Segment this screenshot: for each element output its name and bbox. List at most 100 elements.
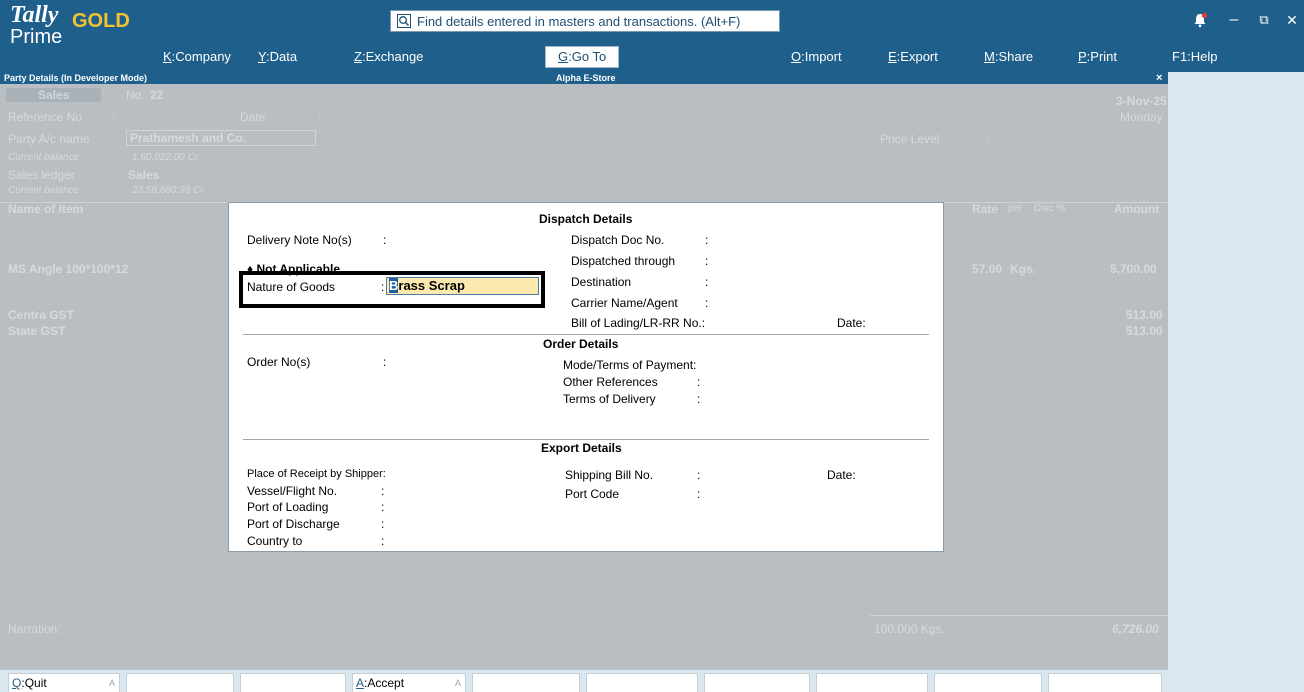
- reference-colon: :: [112, 110, 116, 124]
- port-of-loading-colon: :: [381, 500, 385, 514]
- quit-button[interactable]: Q:Quit A: [8, 673, 120, 692]
- menu-company[interactable]: K:Company: [163, 46, 231, 68]
- col-rate: Rate: [972, 202, 999, 216]
- menu-help-key: F1: [1172, 49, 1188, 64]
- menu-help-label: Help: [1190, 49, 1218, 64]
- bottom-slot-6[interactable]: [586, 673, 698, 692]
- port-code-colon: :: [697, 487, 701, 501]
- port-code-label: Port Code: [565, 487, 620, 501]
- order-no-colon: :: [383, 355, 387, 369]
- tax2-amount: 513.00: [1126, 324, 1163, 338]
- bottom-slot-8[interactable]: [816, 673, 928, 692]
- close-icon[interactable]: ✕: [1280, 10, 1304, 30]
- menu-goto-key: G: [558, 49, 569, 64]
- sales-balance-label: Current balance: [8, 185, 80, 196]
- export-date-label: Date:: [827, 468, 856, 482]
- delivery-note-colon: :: [383, 233, 387, 247]
- tally-prime-logo: Tally GOLD Prime: [8, 2, 148, 62]
- destination-colon: :: [705, 275, 709, 289]
- port-of-loading-label: Port of Loading: [247, 500, 329, 514]
- delivery-note-label: Delivery Note No(s): [247, 233, 352, 247]
- other-references-colon: :: [697, 375, 701, 389]
- place-of-receipt-label: Place of Receipt by Shipper:: [247, 468, 386, 480]
- total-quantity: 100.000 Kgs.: [874, 622, 945, 636]
- price-level-colon: :: [986, 132, 990, 146]
- sales-ledger-value: Sales: [128, 168, 160, 182]
- shipping-bill-colon: :: [697, 468, 701, 482]
- col-disc: Disc %: [1034, 203, 1066, 214]
- col-amount: Amount: [1114, 202, 1160, 216]
- voucher-no-value: 22: [150, 88, 164, 102]
- menu-goto[interactable]: G:Go To: [545, 46, 620, 68]
- order-details-title: Order Details: [543, 337, 619, 351]
- tax2-name: State GST: [8, 324, 66, 338]
- col-name-of-item: Name of Item: [8, 202, 84, 216]
- restore-icon[interactable]: ⧉: [1252, 10, 1276, 30]
- menu-share-key: M: [984, 49, 995, 64]
- bottom-slot-10[interactable]: [1048, 673, 1162, 692]
- close-screen-icon[interactable]: ×: [1156, 72, 1162, 84]
- menu-import-key: O: [791, 49, 802, 64]
- order-no-label: Order No(s): [247, 355, 311, 369]
- reference-label: Reference No: [8, 110, 83, 124]
- menu-import[interactable]: O:Import: [791, 46, 842, 68]
- minimize-icon[interactable]: –: [1222, 10, 1246, 30]
- menu-data-key: Y: [258, 49, 266, 64]
- quit-key: Q: [12, 676, 22, 690]
- menu-data-label: Data: [269, 49, 298, 64]
- menu-export-label: Export: [900, 49, 938, 64]
- export-details-title: Export Details: [541, 441, 622, 455]
- company-name: Alpha E-Store: [556, 73, 616, 83]
- menu-help[interactable]: F1:Help: [1172, 46, 1218, 68]
- carrier-colon: :: [705, 296, 709, 310]
- item-rate: 57.00: [972, 262, 1003, 276]
- voucher-type: Sales: [6, 88, 102, 102]
- dispatch-details-title: Dispatch Details: [539, 212, 633, 226]
- notification-bell-icon[interactable]: [1192, 12, 1208, 28]
- menu-print[interactable]: P:Print: [1078, 46, 1117, 68]
- bottom-slot-2[interactable]: [126, 673, 234, 692]
- item-name: MS Angle 100*100*12: [8, 262, 129, 276]
- search-icon: [397, 14, 411, 28]
- destination-label: Destination: [571, 275, 632, 289]
- dispatch-doc-colon: :: [705, 233, 709, 247]
- menu-data[interactable]: Y:Data: [258, 46, 297, 68]
- tax1-amount: 513.00: [1126, 308, 1163, 322]
- other-references-label: Other References: [563, 375, 658, 389]
- menu-export[interactable]: E:Export: [888, 46, 938, 68]
- sales-balance-value: 23,58,680.39 Cr: [132, 185, 204, 196]
- party-field[interactable]: Prathamesh and Co.: [126, 130, 316, 146]
- accept-label: Accept: [367, 676, 405, 690]
- item-amount: 5,700.00: [1110, 262, 1157, 276]
- menu-share-label: Share: [998, 49, 1034, 64]
- bottom-slot-5[interactable]: [472, 673, 580, 692]
- bottom-button-bar: Q:Quit A A:Accept A: [0, 669, 1168, 692]
- party-balance-value: 1,60,022.00 Cr: [132, 152, 199, 163]
- quit-caret: A: [108, 678, 115, 688]
- bottom-slot-7[interactable]: [704, 673, 810, 692]
- title-bar: Tally GOLD Prime Find details entered in…: [0, 0, 1304, 72]
- accept-button[interactable]: A:Accept A: [352, 673, 466, 692]
- search-bar[interactable]: Find details entered in masters and tran…: [390, 10, 780, 32]
- menu-company-key: K: [163, 49, 172, 64]
- accept-key: A: [356, 676, 365, 690]
- menu-print-label: Print: [1090, 49, 1118, 64]
- menu-print-key: P: [1078, 49, 1087, 64]
- narration-label: Narration:: [8, 622, 61, 636]
- dispatched-through-label: Dispatched through: [571, 254, 676, 268]
- bottom-slot-9[interactable]: [934, 673, 1042, 692]
- bottom-slot-3[interactable]: [240, 673, 346, 692]
- vessel-flight-colon: :: [381, 484, 385, 498]
- menu-company-label: Company: [175, 49, 231, 64]
- voucher-day: Monday: [1120, 110, 1163, 124]
- menu-exchange[interactable]: Z:Exchange: [354, 46, 423, 68]
- menu-exchange-key: Z: [354, 49, 362, 64]
- order-export-divider: [243, 439, 929, 440]
- menu-share[interactable]: M:Share: [984, 46, 1033, 68]
- focus-highlight-box: [239, 271, 545, 308]
- party-details-dialog: Dispatch Details Delivery Note No(s) : ♦…: [228, 202, 944, 552]
- logo-gold-text: GOLD: [72, 10, 130, 32]
- port-of-discharge-label: Port of Discharge: [247, 517, 340, 531]
- terms-of-delivery-label: Terms of Delivery: [563, 392, 656, 406]
- bill-of-lading-label: Bill of Lading/LR-RR No.:: [571, 316, 706, 330]
